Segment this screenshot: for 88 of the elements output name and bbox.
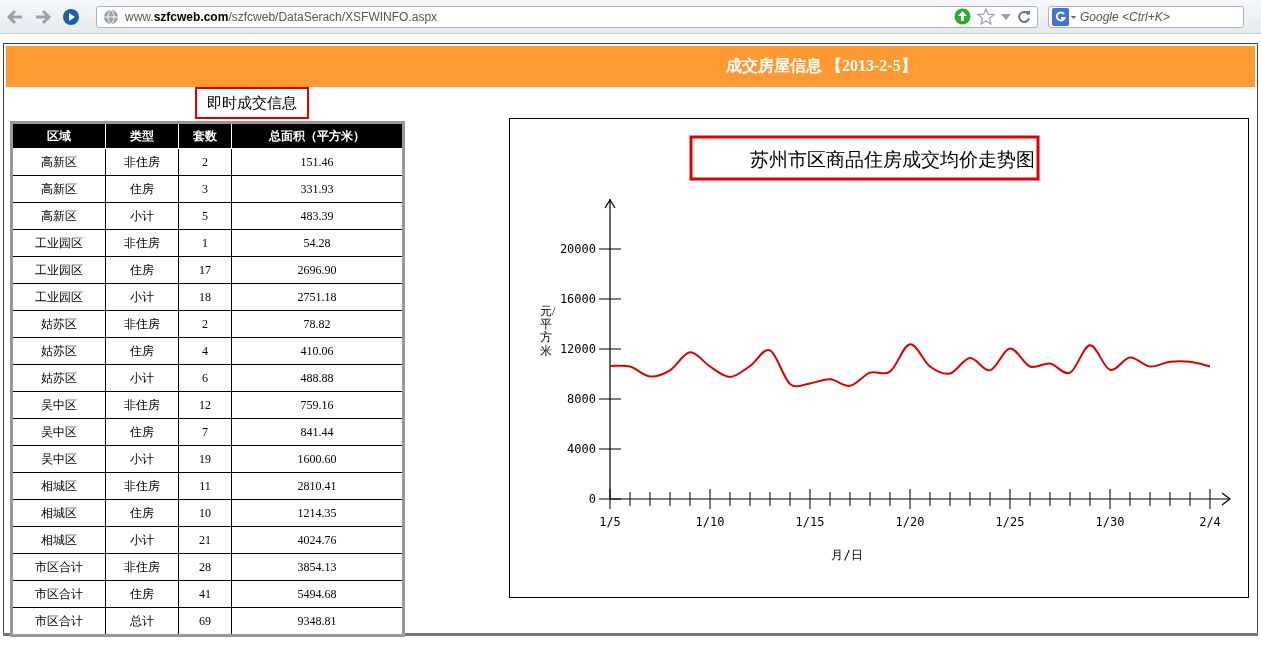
- table-cell: 1600.60: [231, 445, 404, 473]
- table-cell: 高新区: [11, 175, 106, 203]
- x-tick-label: 1/25: [995, 515, 1025, 529]
- x-axis-label: 月/日: [831, 548, 863, 562]
- table-cell: 住房: [105, 175, 179, 203]
- globe-icon: [103, 8, 119, 25]
- y-tick-label: 4000: [567, 442, 596, 456]
- table-cell: 1214.35: [231, 499, 404, 527]
- y-tick-label: 8000: [567, 392, 596, 406]
- table-cell: 市区合计: [11, 553, 106, 581]
- search-field[interactable]: Google <Ctrl+K>: [1048, 5, 1244, 28]
- table-cell: 高新区: [11, 202, 106, 230]
- table-cell: 2810.41: [231, 472, 404, 500]
- search-input[interactable]: Google <Ctrl+K>: [1080, 9, 1230, 24]
- table-cell: 非住房: [105, 553, 179, 581]
- dropdown-icon[interactable]: [1001, 12, 1011, 21]
- table-cell: 吴中区: [11, 418, 106, 446]
- table-cell: 410.06: [231, 337, 404, 365]
- y-tick-label: 16000: [559, 292, 596, 306]
- column-header: 套数: [178, 122, 232, 149]
- table-cell: 姑苏区: [11, 310, 106, 338]
- table-cell: 小计: [105, 526, 179, 554]
- table-cell: 市区合计: [11, 580, 106, 608]
- table-cell: 住房: [105, 256, 179, 284]
- table-cell: 9348.81: [231, 607, 404, 636]
- table-cell: 54.28: [231, 229, 404, 257]
- column-header: 总面积（平方米）: [231, 122, 404, 149]
- table-cell: 非住房: [105, 148, 179, 176]
- x-tick-label: 1/5: [599, 515, 621, 529]
- table-cell: 住房: [105, 499, 179, 527]
- table-cell: 工业园区: [11, 283, 106, 311]
- play-circle-icon[interactable]: [62, 7, 80, 26]
- star-icon[interactable]: [977, 8, 995, 25]
- table-cell: 高新区: [11, 148, 106, 176]
- x-tick-label: 2/4: [1199, 515, 1221, 529]
- table-cell: 住房: [105, 337, 179, 365]
- x-tick-label: 1/10: [695, 515, 725, 529]
- table-cell: 工业园区: [11, 229, 106, 257]
- reload-icon[interactable]: [1017, 9, 1031, 24]
- address-bar[interactable]: www.szfcweb.com/szfcweb/DataSerach/XSFWINFO.aspx: [96, 5, 1038, 28]
- table-cell: 483.39: [231, 202, 404, 230]
- table-cell: 非住房: [105, 229, 179, 257]
- table-cell: 小计: [105, 202, 179, 230]
- search-engine-icon[interactable]: [1052, 7, 1076, 26]
- back-icon[interactable]: [6, 8, 24, 25]
- table-cell: 331.93: [231, 175, 404, 203]
- table-cell: 小计: [105, 445, 179, 473]
- chart-title: 苏州市区商品住房成交均价走势图: [750, 149, 1035, 170]
- table-cell: 78.82: [231, 310, 404, 338]
- section-label: 即时成交信息: [195, 87, 309, 119]
- page-title: 成交房屋信息 【2013-2-5】: [726, 56, 917, 76]
- table-cell: 2751.18: [231, 283, 404, 311]
- table-cell: 相城区: [11, 526, 106, 554]
- table-cell: 488.88: [231, 364, 404, 392]
- x-tick-label: 1/20: [895, 515, 925, 529]
- url-text: www.szfcweb.com/szfcweb/DataSerach/XSFWINFO.aspx: [125, 9, 438, 24]
- table-cell: 非住房: [105, 391, 179, 419]
- table-cell: 4024.76: [231, 526, 404, 554]
- table-cell: 小计: [105, 364, 179, 392]
- table-cell: 吴中区: [11, 391, 106, 419]
- table-cell: 总计: [105, 607, 179, 636]
- table-cell: 工业园区: [11, 256, 106, 284]
- chart-title: 苏州市区商品住房成交均价走势图: [689, 135, 1040, 181]
- table-cell: 小计: [105, 283, 179, 311]
- table-cell: 住房: [105, 418, 179, 446]
- table-cell: 相城区: [11, 472, 106, 500]
- table-cell: 759.16: [231, 391, 404, 419]
- y-tick-label: 20000: [559, 242, 596, 256]
- table-cell: 3854.13: [231, 553, 404, 581]
- table-cell: 姑苏区: [11, 337, 106, 365]
- table-cell: 841.44: [231, 418, 404, 446]
- table-cell: 非住房: [105, 472, 179, 500]
- column-header: 类型: [105, 122, 179, 149]
- forward-icon[interactable]: [34, 8, 52, 25]
- table-cell: 吴中区: [11, 445, 106, 473]
- table-cell: 非住房: [105, 310, 179, 338]
- table-cell: 相城区: [11, 499, 106, 527]
- table-cell: 151.46: [231, 148, 404, 176]
- table-cell: 姑苏区: [11, 364, 106, 392]
- x-tick-label: 1/30: [1095, 515, 1125, 529]
- x-tick-label: 1/15: [795, 515, 825, 529]
- y-tick-label: 0: [588, 492, 596, 506]
- table-cell: 市区合计: [11, 607, 106, 636]
- column-header: 区域: [11, 122, 106, 149]
- table-cell: 2696.90: [231, 256, 404, 284]
- table-cell: 住房: [105, 580, 179, 608]
- table-cell: 5494.68: [231, 580, 404, 608]
- y-tick-label: 12000: [559, 342, 596, 356]
